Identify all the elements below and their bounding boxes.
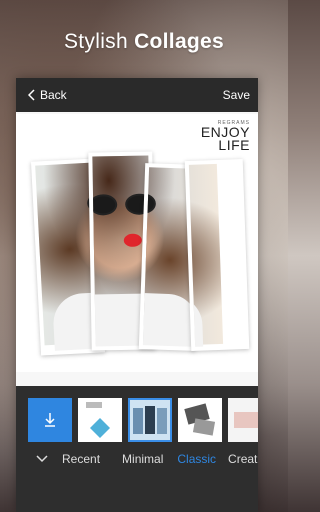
template-preview-icon	[228, 398, 258, 442]
portrait-photo	[188, 163, 224, 347]
tab-classic[interactable]: Classic	[177, 452, 216, 466]
template-thumbnail[interactable]	[178, 398, 222, 442]
chevron-left-icon	[28, 89, 35, 101]
template-preview-icon	[178, 398, 222, 442]
tab-creative[interactable]: Creative	[228, 452, 258, 466]
top-bar: Back Save	[16, 78, 258, 112]
collapse-panel-button[interactable]	[36, 452, 48, 466]
template-panel: Recent Minimal Classic Creative	[16, 386, 258, 512]
sticker-line-2: LIFE	[218, 137, 250, 153]
tab-recent[interactable]: Recent	[62, 452, 100, 466]
promo-headline: Stylish Collages	[0, 30, 288, 54]
chevron-down-icon	[36, 455, 48, 463]
collage-canvas[interactable]: REGRAMS ENJOY LIFE	[16, 114, 258, 372]
download-templates-button[interactable]	[28, 398, 72, 442]
download-icon	[45, 413, 55, 427]
headline-bold: Collages	[134, 30, 225, 53]
template-thumbnail[interactable]	[228, 398, 258, 442]
template-thumbnails	[28, 398, 258, 442]
collage-strip-4[interactable]	[184, 159, 250, 351]
template-preview-icon	[78, 398, 122, 442]
back-button[interactable]: Back	[28, 88, 67, 102]
headline-light: Stylish	[63, 30, 135, 53]
template-thumbnail[interactable]	[78, 398, 122, 442]
category-tabs: Recent Minimal Classic Creative	[16, 444, 258, 474]
save-button[interactable]: Save	[223, 88, 250, 102]
enjoy-life-sticker[interactable]: REGRAMS ENJOY LIFE	[201, 120, 250, 152]
template-thumbnail-selected[interactable]	[128, 398, 172, 442]
back-label: Back	[40, 88, 67, 102]
template-preview-icon	[128, 398, 172, 442]
phone-screen: Back Save REGRAMS ENJOY LIFE Recent Mini…	[16, 78, 258, 512]
tab-minimal[interactable]: Minimal	[122, 452, 163, 466]
